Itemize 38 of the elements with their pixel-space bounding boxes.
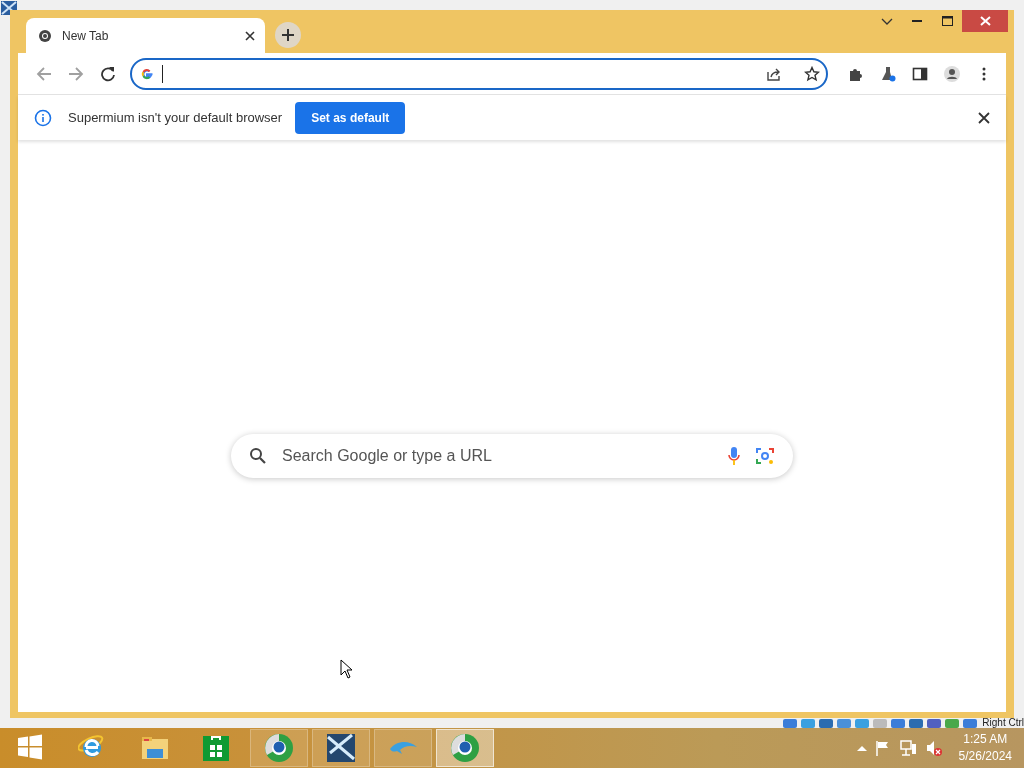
- network-icon[interactable]: [898, 740, 917, 756]
- info-icon: [34, 108, 52, 127]
- maximize-icon: [941, 16, 953, 26]
- camera-icon[interactable]: [755, 446, 775, 466]
- taskbar-button[interactable]: [312, 729, 370, 767]
- host-key-label: Right Ctrl: [982, 718, 1024, 728]
- browser-tab[interactable]: New Tab: [26, 18, 265, 53]
- clock[interactable]: 1:25 AM 5/26/2024: [958, 731, 1012, 765]
- set-default-button[interactable]: Set as default: [295, 101, 406, 134]
- globe-icon: [264, 733, 294, 763]
- person-icon: [944, 65, 960, 82]
- speaker-muted-icon[interactable]: [924, 740, 943, 756]
- search-icon: [249, 447, 267, 465]
- flask-icon: [880, 65, 896, 82]
- taskbar-button[interactable]: [436, 729, 494, 767]
- window-icon: [326, 733, 356, 763]
- caret-up-icon[interactable]: [856, 745, 867, 751]
- close-icon: [979, 16, 991, 26]
- arrow-left-icon: [36, 65, 52, 82]
- infobar-message: Supermium isn't your default browser: [68, 110, 283, 125]
- arrow-right-icon: [68, 65, 84, 82]
- shopping-bag-icon: [202, 733, 232, 763]
- address-bar[interactable]: [130, 57, 828, 90]
- reload-icon: [100, 65, 116, 82]
- plus-icon: [281, 28, 295, 42]
- globe-icon: [450, 733, 480, 763]
- close-button[interactable]: [976, 109, 992, 126]
- search-field[interactable]: Search Google or type a URL: [231, 434, 793, 478]
- close-icon[interactable]: [245, 30, 255, 41]
- microphone-icon[interactable]: [727, 446, 741, 466]
- globe-icon: [38, 28, 52, 43]
- side-panel-icon: [912, 65, 928, 82]
- flag-icon[interactable]: [874, 740, 891, 756]
- mouse-pointer-icon: [340, 659, 353, 679]
- g-logo-icon: [140, 66, 154, 81]
- taskbar-button[interactable]: [250, 729, 308, 767]
- new-tab-button[interactable]: [275, 22, 301, 48]
- star-icon[interactable]: [804, 65, 820, 82]
